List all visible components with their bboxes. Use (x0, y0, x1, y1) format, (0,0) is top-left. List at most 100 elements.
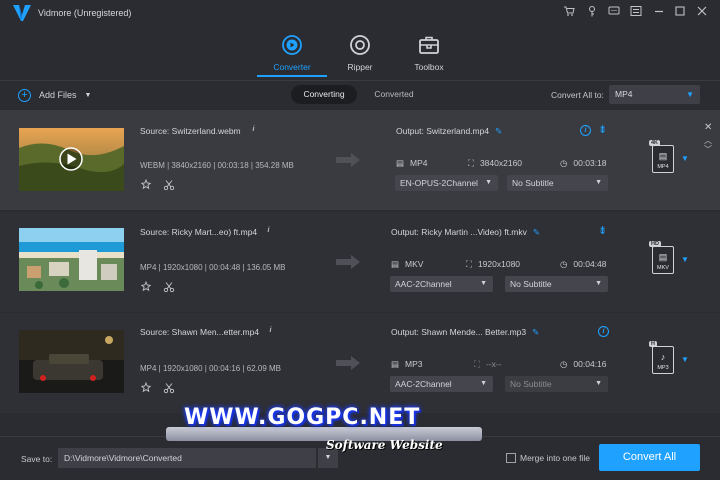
cart-icon[interactable] (561, 5, 577, 21)
output-duration-text: 00:04:48 (573, 259, 607, 269)
audio-track-select[interactable]: AAC-2Channel ▼ (390, 376, 493, 392)
output-filename: Output: Ricky Martin ...Video) ft.mkv ✎ (391, 227, 540, 238)
info-icon[interactable]: i (580, 125, 591, 136)
magic-wand-icon[interactable] (140, 381, 152, 397)
audio-file-icon: ♪ (660, 352, 666, 362)
convert-arrow-icon (336, 255, 360, 269)
output-format-text: MKV (405, 259, 424, 269)
chevron-down-icon: ▼ (324, 454, 332, 461)
settings-sliders-icon[interactable]: ⇟ (598, 224, 607, 237)
key-icon[interactable] (584, 5, 600, 21)
audio-track-select[interactable]: EN-OPUS-2Channel ▼ (395, 175, 498, 191)
video-file-icon: ▤ (658, 252, 668, 262)
chevron-down-icon: ▼ (595, 280, 602, 287)
tab-toolbox[interactable]: Toolbox (394, 34, 464, 72)
output-duration: ◷ 00:03:18 (560, 158, 607, 169)
chevron-down-icon[interactable]: ▼ (681, 355, 689, 364)
output-resolution-text: 3840x2160 (479, 158, 523, 168)
menu-icon[interactable] (628, 5, 644, 21)
tab-converted[interactable]: Converted (363, 85, 425, 104)
info-icon[interactable]: i (598, 326, 609, 337)
feedback-icon[interactable] (606, 5, 622, 21)
scissors-icon[interactable] (163, 281, 175, 296)
audio-track-value: EN-OPUS-2Channel (400, 178, 478, 188)
video-thumbnail[interactable] (19, 228, 124, 291)
source-meta: MP4 | 1920x1080 | 00:04:48 | 136.05 MB (140, 263, 286, 272)
subtitle-value: No Subtitle (510, 279, 552, 289)
close-icon[interactable] (694, 5, 710, 21)
output-duration-text: 00:04:16 (573, 359, 607, 369)
source-filename: Source: Shawn Men...etter.mp4 (140, 327, 260, 337)
film-icon: ▤ (391, 359, 400, 369)
output-duration: ◷ 00:04:16 (560, 359, 607, 370)
output-format: ▤ MKV (391, 259, 423, 270)
audio-track-select[interactable]: AAC-2Channel ▼ (390, 276, 493, 292)
maximize-icon[interactable] (672, 5, 688, 21)
remove-file-icon[interactable]: ✕ (704, 122, 712, 133)
info-icon[interactable]: i (248, 125, 259, 136)
edit-icon[interactable]: ✎ (532, 327, 539, 337)
watermark-text: WWW.GOGPC.NET (184, 405, 421, 430)
info-icon[interactable]: i (263, 226, 274, 237)
film-icon: ▤ (396, 158, 405, 168)
magic-wand-icon[interactable] (140, 178, 152, 194)
convert-all-format-select[interactable]: MP4 ▼ (609, 85, 700, 104)
output-filename: Output: Shawn Mende... Better.mp3 ✎ (391, 327, 539, 338)
output-format-text: MP4 (410, 158, 428, 168)
badge-resolution: HD (649, 241, 661, 247)
subtitle-select[interactable]: No Subtitle ▼ (505, 276, 608, 292)
chevron-down-icon: ▼ (595, 380, 602, 387)
chevron-down-icon[interactable]: ▼ (681, 255, 689, 264)
audio-track-value: AAC-2Channel (395, 279, 452, 289)
output-format-badge[interactable]: HD ▤ MKV (649, 241, 674, 274)
chevron-down-icon: ▼ (485, 179, 492, 186)
output-resolution: ⛶ 3840x2160 (468, 158, 522, 169)
tab-converter-label: Converter (273, 62, 311, 72)
move-down-icon[interactable]: ﹀ (704, 144, 712, 155)
chevron-down-icon: ▼ (595, 179, 602, 186)
main-tabs: Converter Ripper Toolbox (0, 26, 720, 78)
scissors-icon[interactable] (163, 382, 175, 397)
chevron-down-icon[interactable]: ▼ (681, 154, 689, 163)
output-format-text: MP3 (405, 359, 423, 369)
magic-wand-icon[interactable] (140, 280, 152, 296)
plus-icon: + (18, 88, 31, 102)
watermark-subtitle: Software Website (326, 438, 443, 452)
video-thumbnail[interactable] (19, 330, 124, 393)
file-row[interactable]: Source: Ricky Mart...eo) ft.mp4 i MP4 | … (0, 212, 720, 312)
subtitle-select[interactable]: No Subtitle ▼ (507, 175, 608, 191)
merge-label: Merge into one file (520, 453, 590, 463)
video-file-icon: ▤ (658, 151, 668, 161)
edit-icon[interactable]: ✎ (533, 227, 540, 237)
tab-converter[interactable]: Converter (257, 34, 327, 72)
output-filename-text: Output: Shawn Mende... Better.mp3 (391, 327, 527, 337)
convert-arrow-icon (336, 356, 360, 370)
convert-all-format-value: MP4 (615, 89, 633, 99)
minimize-icon[interactable] (651, 5, 667, 21)
convert-all-button[interactable]: Convert All (599, 444, 700, 471)
scissors-icon[interactable] (163, 179, 175, 194)
output-resolution-text: --x-- (485, 359, 502, 369)
ripper-icon (350, 35, 370, 55)
edit-icon[interactable]: ✎ (495, 126, 502, 136)
settings-sliders-icon[interactable]: ⇟ (598, 123, 607, 136)
merge-checkbox[interactable] (506, 453, 516, 463)
output-duration: ◷ 00:04:48 (560, 259, 607, 270)
add-files-button[interactable]: + Add Files ▼ (18, 87, 91, 103)
video-thumbnail[interactable] (19, 128, 124, 191)
output-resolution: ⛶ --x-- (474, 359, 502, 370)
output-filename-text: Output: Ricky Martin ...Video) ft.mkv (391, 227, 527, 237)
badge-label: MP4 (657, 164, 669, 170)
source-filename: Source: Switzerland.webm (140, 126, 241, 136)
tab-converting[interactable]: Converting (291, 85, 357, 104)
file-row[interactable]: Source: Shawn Men...etter.mp4 i MP4 | 19… (0, 313, 720, 413)
info-icon[interactable]: i (265, 326, 276, 337)
chevron-down-icon[interactable]: ▼ (85, 92, 92, 99)
output-format-badge[interactable]: H ♪ MP3 (649, 341, 674, 374)
output-resolution-text: 1920x1080 (477, 259, 521, 269)
subtitle-value: No Subtitle (510, 379, 552, 389)
file-row[interactable]: Source: Switzerland.webm i WEBM | 3840x2… (0, 110, 720, 210)
tab-ripper[interactable]: Ripper (325, 34, 395, 72)
output-format-badge[interactable]: 4K ▤ MP4 (649, 140, 674, 173)
resize-icon: ⛶ (466, 259, 472, 269)
